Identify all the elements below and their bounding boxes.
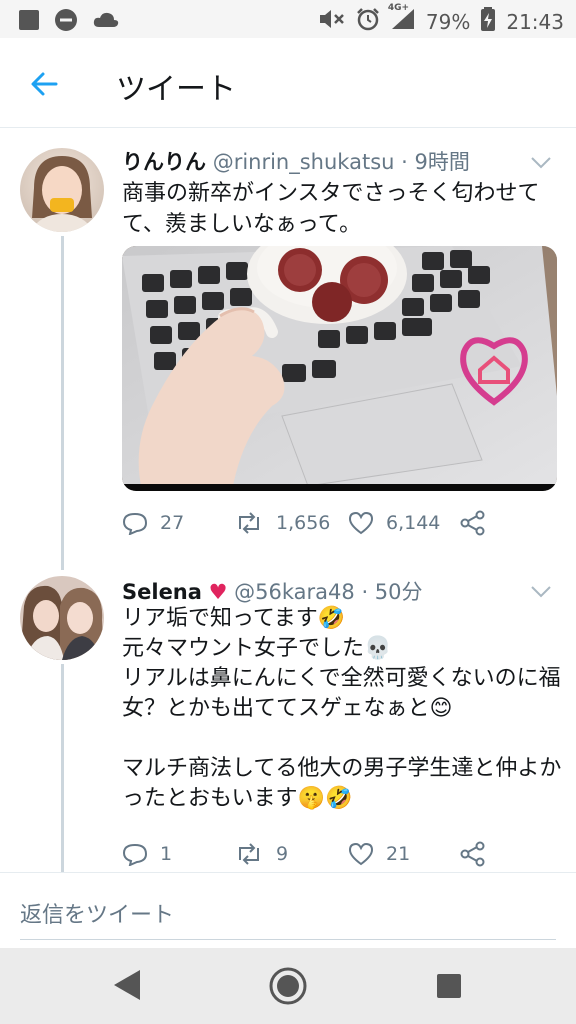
tweet-time: · 50分: [361, 580, 423, 604]
heart-icon: [348, 511, 374, 535]
nav-home-button[interactable]: [269, 967, 307, 1009]
tweet-header: りんりん @rinrin_shukatsu · 9時間: [122, 146, 470, 176]
divider: [20, 939, 556, 940]
tweet-time: · 9時間: [401, 150, 470, 174]
like-button[interactable]: 21: [348, 842, 460, 866]
app-header: ツイート: [0, 38, 576, 128]
like-count: 6,144: [386, 512, 441, 534]
share-button[interactable]: [460, 510, 486, 536]
like-button[interactable]: 6,144: [348, 511, 460, 535]
author-handle[interactable]: @rinrin_shukatsu: [213, 150, 395, 174]
nav-back-button[interactable]: [112, 968, 142, 1006]
retweet-icon: [239, 843, 259, 865]
avatar[interactable]: [20, 576, 104, 660]
retweet-count: 9: [276, 843, 289, 865]
reply-button[interactable]: 1: [122, 842, 234, 866]
tweet-actions: 27 1,656 6,144: [122, 508, 486, 538]
thread-line: [61, 664, 64, 872]
mute-icon: [318, 7, 346, 36]
battery-percent: 79%: [425, 9, 471, 34]
retweet-count: 1,656: [276, 512, 331, 534]
share-icon: [460, 841, 485, 867]
avatar[interactable]: [20, 148, 104, 232]
author-name[interactable]: りんりん: [122, 150, 206, 174]
status-bar: 4G+ 79% 21:43: [0, 0, 576, 38]
like-count: 21: [386, 843, 411, 865]
cloud-icon: [92, 9, 120, 35]
reply-icon: [122, 512, 148, 535]
alarm-icon: [356, 7, 380, 36]
clock: 21:43: [506, 9, 564, 34]
square-recents-icon: [437, 974, 461, 998]
heart-icon: [348, 842, 374, 866]
tweet-image[interactable]: [122, 246, 557, 491]
retweet-icon: [239, 512, 259, 534]
do-not-disturb-icon: [54, 8, 78, 36]
reply-count: 1: [160, 843, 173, 865]
author-name[interactable]: Selena: [122, 580, 202, 604]
battery-charging-icon: [480, 6, 496, 37]
retweet-button[interactable]: 1,656: [234, 511, 348, 535]
thread-line: [61, 236, 64, 570]
tweet-text: リア垢で知ってます🤣 元々マウント女子でした💀 リアルは鼻にんにくで全然可愛くな…: [122, 606, 562, 811]
retweet-button[interactable]: 9: [234, 842, 348, 866]
back-button[interactable]: [24, 64, 64, 104]
heart-emoji: ♥: [208, 580, 228, 604]
reply-icon: [122, 843, 148, 866]
share-button[interactable]: [460, 841, 486, 867]
signal-icon: 4G+: [388, 3, 416, 36]
system-nav-bar: [0, 948, 576, 1024]
nav-recents-button[interactable]: [436, 973, 462, 1003]
back-arrow-icon: [31, 72, 58, 96]
chevron-down-icon[interactable]: [530, 584, 552, 598]
triangle-back-icon: [114, 970, 140, 1000]
notification-square-icon: [18, 9, 40, 35]
tweet-header: Selena ♥ @56kara48 · 50分: [122, 576, 423, 606]
reply-composer: 返信をツイート: [0, 872, 576, 948]
reply-input[interactable]: 返信をツイート: [20, 897, 174, 929]
chevron-down-icon[interactable]: [530, 155, 552, 169]
author-handle[interactable]: @56kara48: [234, 580, 355, 604]
reply-button[interactable]: 27: [122, 511, 234, 535]
tweet-actions: 1 9 21: [122, 839, 486, 869]
page-title: ツイート: [116, 72, 236, 107]
tweet-text: 商事の新卒がインスタでさっそく匂わせてて、羨ましいなぁって。: [122, 181, 540, 237]
reply-count: 27: [160, 512, 185, 534]
share-icon: [460, 510, 485, 536]
circle-home-icon: [269, 967, 307, 1005]
